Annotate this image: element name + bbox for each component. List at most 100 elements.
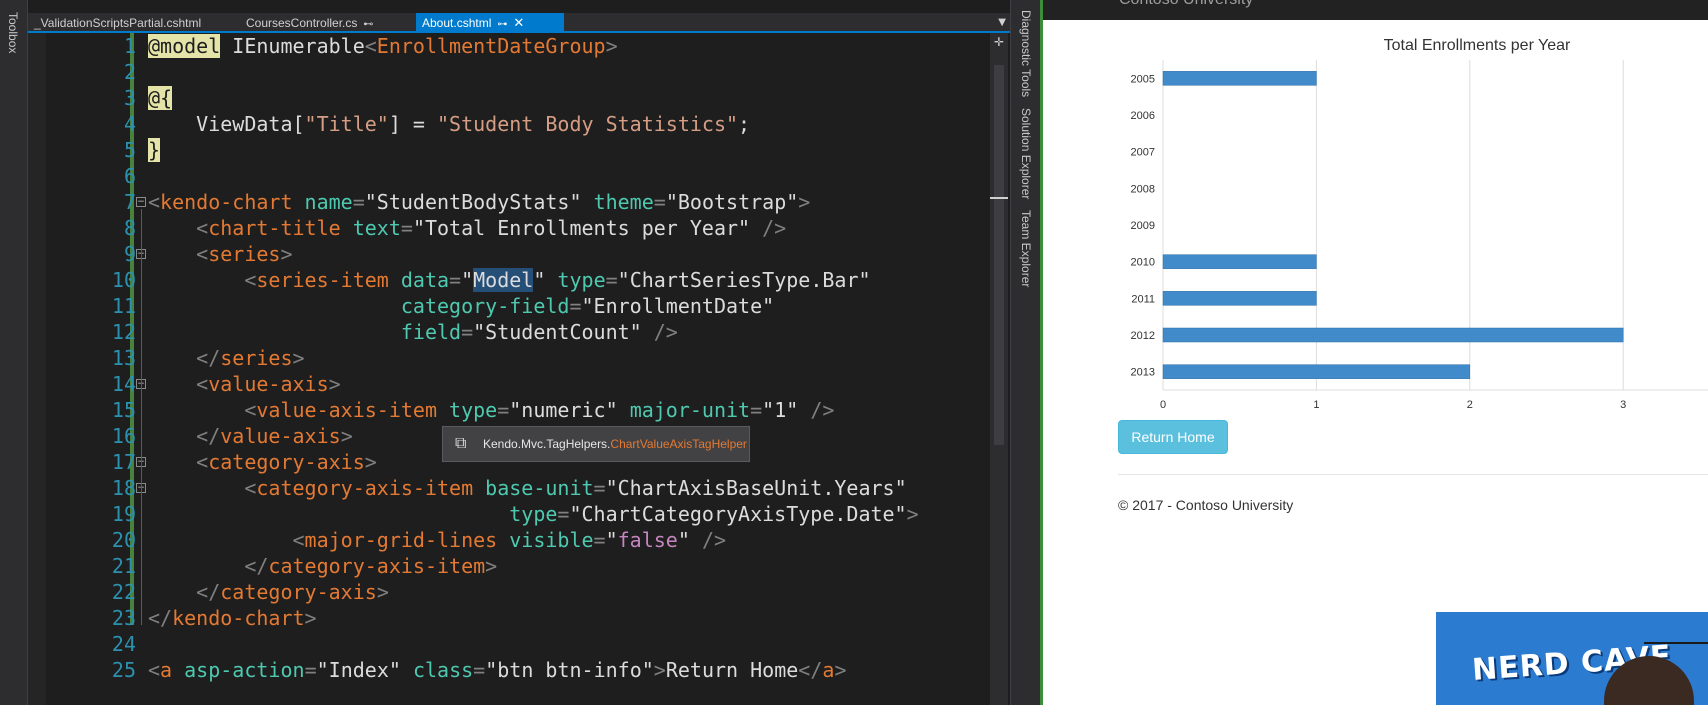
- code-text: <kendo-chart name="StudentBodyStats" the…: [148, 189, 810, 215]
- line-number: 18: [111, 476, 136, 500]
- code-line[interactable]: 7− <kendo-chart name="StudentBodyStats" t…: [28, 189, 988, 215]
- return-home-button[interactable]: Return Home: [1118, 420, 1228, 454]
- code-line[interactable]: 25 <a asp-action="Index" class="btn btn-i…: [28, 657, 988, 683]
- code-line[interactable]: 10 <series-item data="Model" type="Chart…: [28, 267, 988, 293]
- tab-courses-controller[interactable]: CoursesController.cs ⊷: [246, 13, 384, 33]
- code-token: ;: [738, 112, 751, 136]
- code-token: a: [822, 658, 835, 682]
- category-label: 2011: [1131, 293, 1155, 305]
- code-token: />: [653, 320, 678, 344]
- code-token: <: [196, 216, 209, 240]
- code-line[interactable]: 18− <category-axis-item base-unit="Chart…: [28, 475, 988, 501]
- code-line[interactable]: 21 </category-axis-item>: [28, 553, 988, 579]
- line-number: 21: [111, 554, 136, 578]
- value-tick-label: 3: [1620, 399, 1626, 411]
- code-line[interactable]: 22 </category-axis>: [28, 579, 988, 605]
- line-number: 1: [123, 34, 136, 58]
- code-text: <series>: [148, 241, 292, 267]
- code-line[interactable]: 15 <value-axis-item type="numeric" major…: [28, 397, 988, 423]
- line-number: 17: [111, 450, 136, 474]
- category-label: 2013: [1131, 367, 1155, 379]
- code-line[interactable]: 5}: [28, 137, 988, 163]
- code-line[interactable]: 14− <value-axis>: [28, 371, 988, 397]
- code-line[interactable]: 19 type="ChartCategoryAxisType.Date">: [28, 501, 988, 527]
- fold-toggle-icon[interactable]: −: [136, 197, 146, 207]
- code-token: category-axis: [220, 580, 377, 604]
- code-token: >: [340, 424, 353, 448]
- code-token: }: [148, 138, 161, 162]
- navbar: Contoso University: [1043, 0, 1708, 20]
- code-line[interactable]: 12 field="StudentCount" />: [28, 319, 988, 345]
- diagnostic-tools-tab[interactable]: Diagnostic Tools: [1019, 10, 1033, 97]
- code-text: </kendo-chart>: [148, 605, 317, 631]
- code-line[interactable]: 4 ViewData["Title"] = "Student Body Stat…: [28, 111, 988, 137]
- code-line[interactable]: 20 <major-grid-lines visible="false" />: [28, 527, 988, 553]
- code-line[interactable]: 2: [28, 59, 988, 85]
- tab-dropdown-icon[interactable]: ▼: [998, 13, 1006, 33]
- code-token: <: [148, 190, 161, 214]
- solution-explorer-tab[interactable]: Solution Explorer: [1019, 108, 1033, 199]
- code-text: </series>: [148, 345, 304, 371]
- category-label: 2007: [1131, 147, 1155, 159]
- code-line[interactable]: 9− <series>: [28, 241, 988, 267]
- close-icon[interactable]: ✕: [513, 13, 524, 33]
- pin-icon[interactable]: ⊷: [363, 15, 373, 35]
- code-token: ": [461, 268, 474, 292]
- pin-icon[interactable]: ⊶: [497, 15, 507, 35]
- scroll-thumb[interactable]: [994, 65, 1004, 445]
- class-icon: ⧉: [455, 435, 467, 452]
- code-token: @{: [148, 86, 173, 110]
- code-token: <: [196, 242, 209, 266]
- code-line[interactable]: 8 <chart-title text="Total Enrollments p…: [28, 215, 988, 241]
- code-token: asp-action: [184, 658, 305, 682]
- code-token: >: [834, 658, 847, 682]
- tab-about[interactable]: About.cshtml ⊶ ✕: [416, 13, 564, 33]
- code-token: EnrollmentDateGroup: [376, 34, 606, 58]
- code-token: />: [701, 528, 727, 552]
- value-tick-label: 2: [1467, 399, 1473, 411]
- code-line[interactable]: 3 @{: [28, 85, 988, 111]
- fold-guide: [141, 261, 142, 365]
- tab-label: _ValidationScriptsPartial.cshtml: [34, 16, 202, 30]
- code-editor[interactable]: 1 @model IEnumerable<EnrollmentDateGroup>…: [28, 33, 990, 705]
- code-token: </: [196, 346, 221, 370]
- vertical-scrollbar[interactable]: ✛: [990, 33, 1008, 705]
- team-explorer-tab[interactable]: Team Explorer: [1019, 210, 1033, 287]
- navbar-brand[interactable]: Contoso University: [1119, 0, 1253, 9]
- code-token: "EnrollmentDate": [581, 294, 775, 318]
- code-text: @{: [148, 85, 173, 111]
- tab-validation-scripts[interactable]: _ValidationScriptsPartial.cshtml: [34, 13, 214, 33]
- code-line[interactable]: 11 category-field="EnrollmentDate": [28, 293, 988, 319]
- code-line[interactable]: 13 </series>: [28, 345, 988, 371]
- toolbox-tab[interactable]: Toolbox: [6, 12, 20, 53]
- line-number: 25: [111, 658, 136, 682]
- code-line[interactable]: 1 @model IEnumerable<EnrollmentDateGroup>: [28, 33, 988, 59]
- category-label: 2009: [1131, 220, 1155, 232]
- footer-text: © 2017 - Contoso University: [1118, 497, 1294, 513]
- split-icon[interactable]: ✛: [992, 35, 1006, 49]
- code-token: @model: [148, 34, 221, 58]
- code-token: </: [798, 658, 823, 682]
- enrollments-chart: Total Enrollments per Year 2005200620072…: [1131, 37, 1708, 411]
- code-token: Return Home: [665, 658, 799, 682]
- toolbox-strip[interactable]: Toolbox: [0, 0, 28, 705]
- code-text: category-field="EnrollmentDate": [148, 293, 774, 319]
- code-line[interactable]: 6: [28, 163, 988, 189]
- code-token: =: [304, 658, 317, 682]
- code-line[interactable]: 23 </kendo-chart>: [28, 605, 988, 631]
- code-token: >: [906, 502, 919, 526]
- code-token: =: [497, 398, 510, 422]
- code-token: series: [208, 242, 281, 266]
- code-text: <category-axis-item base-unit="ChartAxis…: [148, 475, 906, 501]
- code-token: <: [364, 34, 377, 58]
- code-line[interactable]: 24: [28, 631, 988, 657]
- code-token: =: [593, 476, 606, 500]
- line-number: 15: [111, 398, 136, 422]
